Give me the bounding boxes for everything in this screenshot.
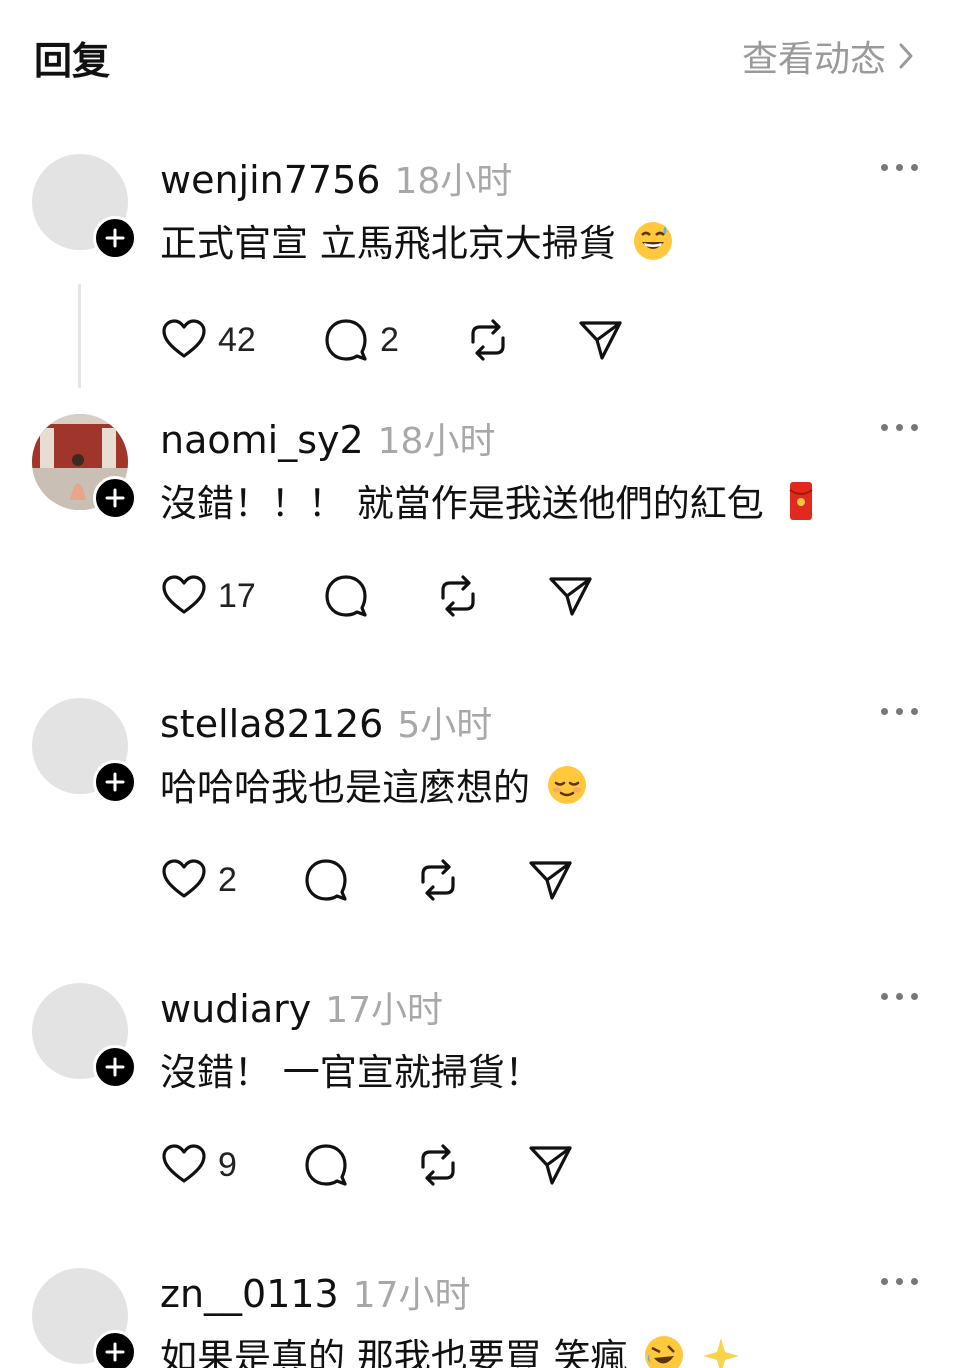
username[interactable]: wenjin7756 <box>160 158 380 202</box>
post-text: 沒錯！！！ 就當作是我送他們的紅包 <box>160 478 822 530</box>
send-icon <box>529 1146 572 1185</box>
post-meta: naomi_sy2 18小时 <box>160 416 495 466</box>
grinning-sweat-emoji <box>633 222 672 260</box>
like-count: 42 <box>218 320 256 359</box>
plus-icon <box>105 1342 125 1362</box>
post-text: 如果是真的 那我也要買 笑瘋 <box>160 1332 743 1368</box>
plus-icon <box>105 772 125 792</box>
post-text: 正式官宣 立馬飛北京大掃貨 <box>160 218 674 270</box>
username[interactable]: stella82126 <box>160 702 383 746</box>
like-count: 9 <box>218 1145 237 1184</box>
repost-icon <box>421 1144 455 1186</box>
post-meta: zn__0113 17小时 <box>160 1270 471 1320</box>
follow-button[interactable] <box>93 1330 137 1368</box>
heart-icon <box>162 575 206 614</box>
relieved-face-emoji <box>547 766 586 804</box>
more-dots-icon[interactable] <box>881 424 918 431</box>
repost-button[interactable] <box>414 856 462 904</box>
timestamp: 5小时 <box>397 705 493 746</box>
plus-icon <box>105 488 125 508</box>
post-text: 沒錯！ 一官宣就掃貨！ <box>160 1047 542 1099</box>
post-meta: stella82126 5小时 <box>160 700 492 750</box>
repost-button[interactable] <box>434 572 482 620</box>
like-button[interactable]: 9 <box>160 1141 237 1189</box>
more-dots-icon[interactable] <box>881 164 918 171</box>
like-count: 17 <box>218 576 256 615</box>
like-count: 2 <box>218 860 237 899</box>
repost-icon <box>441 575 475 617</box>
page-title: 回复 <box>34 39 111 83</box>
post-meta: wenjin7756 18小时 <box>160 156 512 206</box>
reply-button[interactable] <box>322 572 370 620</box>
top-bar: 回复 查看动态 <box>0 0 960 110</box>
post-text-content: 哈哈哈我也是這麼想的 <box>160 766 530 809</box>
timestamp: 17小时 <box>325 990 444 1031</box>
like-button[interactable]: 17 <box>160 572 256 620</box>
share-button[interactable] <box>576 316 624 364</box>
send-icon <box>529 861 572 900</box>
sparkles-emoji <box>703 1338 740 1368</box>
reply-post: wenjin7756 18小时 正式官宣 立馬飛北京大掃貨 42 2 <box>0 154 960 364</box>
red-envelope-emoji <box>788 482 813 520</box>
heart-icon <box>162 319 206 358</box>
timestamp: 18小时 <box>377 421 496 462</box>
reply-button[interactable]: 2 <box>322 316 399 364</box>
post-text-content: 沒錯！！！ 就當作是我送他們的紅包 <box>160 482 764 525</box>
more-dots-icon[interactable] <box>881 993 918 1000</box>
timestamp: 18小时 <box>394 161 513 202</box>
post-text: 哈哈哈我也是這麼想的 <box>160 762 588 814</box>
share-button[interactable] <box>526 1141 574 1189</box>
reply-post: wudiary 17小时 沒錯！ 一官宣就掃貨！ 9 <box>0 983 960 1193</box>
plus-icon <box>105 1057 125 1077</box>
view-activity-link[interactable]: 查看动态 <box>742 30 916 82</box>
repost-icon <box>471 319 505 361</box>
timestamp: 17小时 <box>352 1275 471 1316</box>
more-dots-icon[interactable] <box>881 708 918 715</box>
comment-icon <box>325 319 367 361</box>
reply-button[interactable] <box>302 1141 350 1189</box>
repost-icon <box>421 859 455 901</box>
follow-button[interactable] <box>93 1045 137 1089</box>
like-button[interactable]: 42 <box>160 316 256 364</box>
username[interactable]: wudiary <box>160 987 311 1031</box>
send-icon <box>579 321 622 360</box>
chevron-right-icon <box>899 43 913 69</box>
reply-post: stella82126 5小时 哈哈哈我也是這麼想的 2 <box>0 698 960 908</box>
heart-icon <box>162 859 206 898</box>
reply-button[interactable] <box>302 856 350 904</box>
post-meta: wudiary 17小时 <box>160 985 443 1035</box>
share-button[interactable] <box>526 856 574 904</box>
share-button[interactable] <box>546 572 594 620</box>
reply-count: 2 <box>380 320 399 359</box>
follow-button[interactable] <box>93 216 137 260</box>
username[interactable]: naomi_sy2 <box>160 418 364 462</box>
send-icon <box>549 577 592 616</box>
post-text-content: 沒錯！ 一官宣就掃貨！ <box>160 1051 542 1094</box>
plus-icon <box>105 228 125 248</box>
view-activity-label: 查看动态 <box>741 39 886 80</box>
reply-post: zn__0113 17小时 如果是真的 那我也要買 笑瘋 <box>0 1268 960 1368</box>
comment-icon <box>325 575 367 617</box>
post-text-content: 如果是真的 那我也要買 笑瘋 <box>160 1336 628 1368</box>
reply-post: naomi_sy2 18小时 沒錯！！！ 就當作是我送他們的紅包 17 <box>0 414 960 624</box>
heart-icon <box>162 1144 206 1183</box>
rolling-laughing-emoji <box>645 1336 684 1368</box>
repost-button[interactable] <box>414 1141 462 1189</box>
post-text-content: 正式官宣 立馬飛北京大掃貨 <box>160 222 616 265</box>
follow-button[interactable] <box>93 760 137 804</box>
comment-icon <box>305 1144 347 1186</box>
follow-button[interactable] <box>93 476 137 520</box>
username[interactable]: zn__0113 <box>160 1272 339 1316</box>
comment-icon <box>305 859 347 901</box>
like-button[interactable]: 2 <box>160 856 237 904</box>
more-dots-icon[interactable] <box>881 1278 918 1285</box>
repost-button[interactable] <box>464 316 512 364</box>
